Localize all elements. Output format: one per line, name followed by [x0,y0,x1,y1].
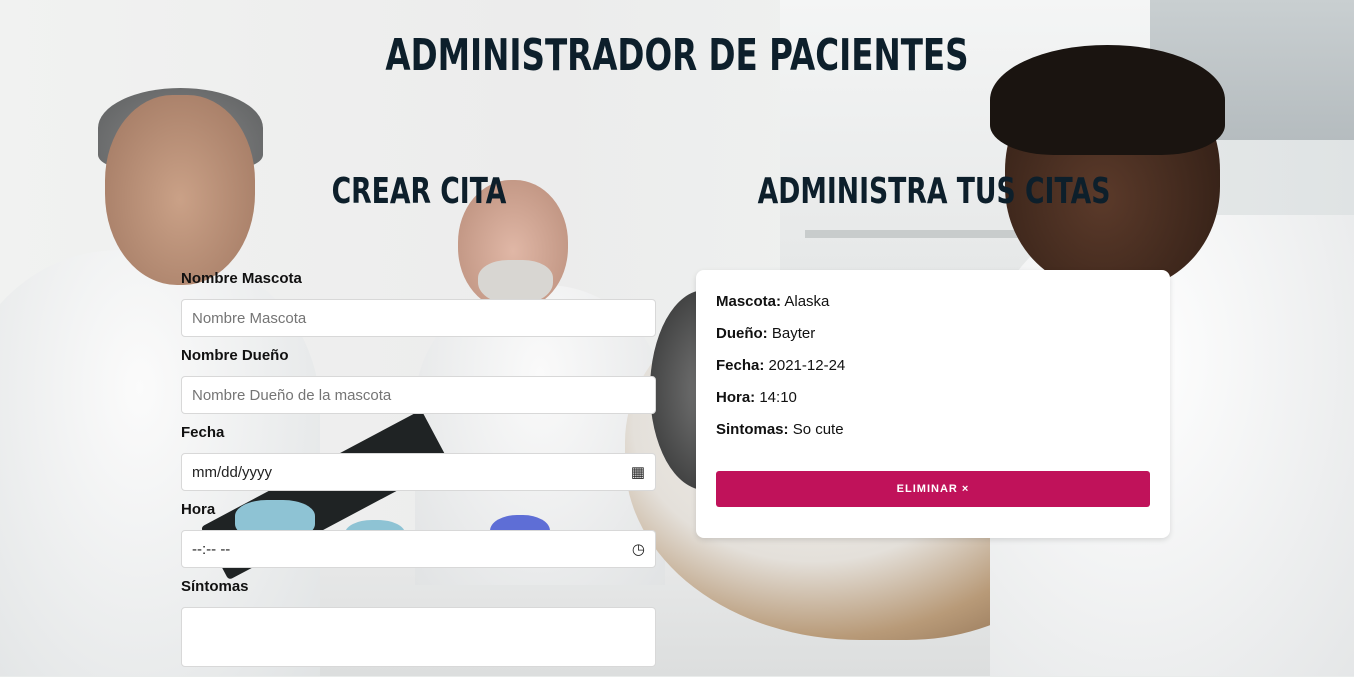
symptoms-field: Síntomas [181,578,656,667]
pet-name-input[interactable]: Nombre Mascota [181,299,656,337]
date-input[interactable]: mm/dd/yyyy ▦ [181,453,656,491]
time-field: Hora --:-- -- ◷ [181,501,656,568]
time-label: Hora [181,501,216,518]
symptoms-value: So cute [792,421,844,438]
time-row: Hora: 14:10 [716,386,1150,418]
delete-button[interactable]: ELIMINAR × [716,471,1150,507]
time-placeholder: --:-- -- [192,540,231,558]
owner-key: Dueño: [716,325,768,342]
owner-name-field: Nombre Dueño Nombre Dueño de la mascota [181,347,656,414]
pet-name-label: Nombre Mascota [181,270,302,287]
symptoms-textarea[interactable] [181,607,656,667]
appointment-card: Mascota: Alaska Dueño: Bayter Fecha: 202… [696,270,1170,538]
owner-name-label: Nombre Dueño [181,347,289,364]
pet-row: Mascota: Alaska [716,290,1150,322]
owner-row: Dueño: Bayter [716,322,1150,354]
pet-value: Alaska [784,293,830,310]
time-input[interactable]: --:-- -- ◷ [181,530,656,568]
owner-name-placeholder: Nombre Dueño de la mascota [192,386,392,404]
symptoms-label: Síntomas [181,578,249,595]
pet-name-field: Nombre Mascota Nombre Mascota [181,270,656,337]
owner-name-input[interactable]: Nombre Dueño de la mascota [181,376,656,414]
symptoms-key: Sintomas: [716,421,789,438]
time-value: 14:10 [759,389,797,406]
date-row: Fecha: 2021-12-24 [716,354,1150,386]
date-value: 2021-12-24 [768,357,846,374]
date-placeholder: mm/dd/yyyy [192,463,273,481]
calendar-icon[interactable]: ▦ [631,463,645,481]
symptoms-row: Sintomas: So cute [716,418,1150,450]
time-key: Hora: [716,389,756,406]
date-key: Fecha: [716,357,765,374]
page-title: Administrador de Pacientes [385,30,969,81]
date-label: Fecha [181,424,225,441]
pet-key: Mascota: [716,293,782,310]
owner-value: Bayter [771,325,816,342]
appointment-form: Nombre Mascota Nombre Mascota Nombre Due… [181,270,656,677]
appointments-title: Administra tus citas [757,171,1111,212]
form-title: Crear Cita [331,171,507,212]
pet-name-placeholder: Nombre Mascota [192,309,307,327]
clock-icon[interactable]: ◷ [632,540,645,558]
date-field: Fecha mm/dd/yyyy ▦ [181,424,656,491]
